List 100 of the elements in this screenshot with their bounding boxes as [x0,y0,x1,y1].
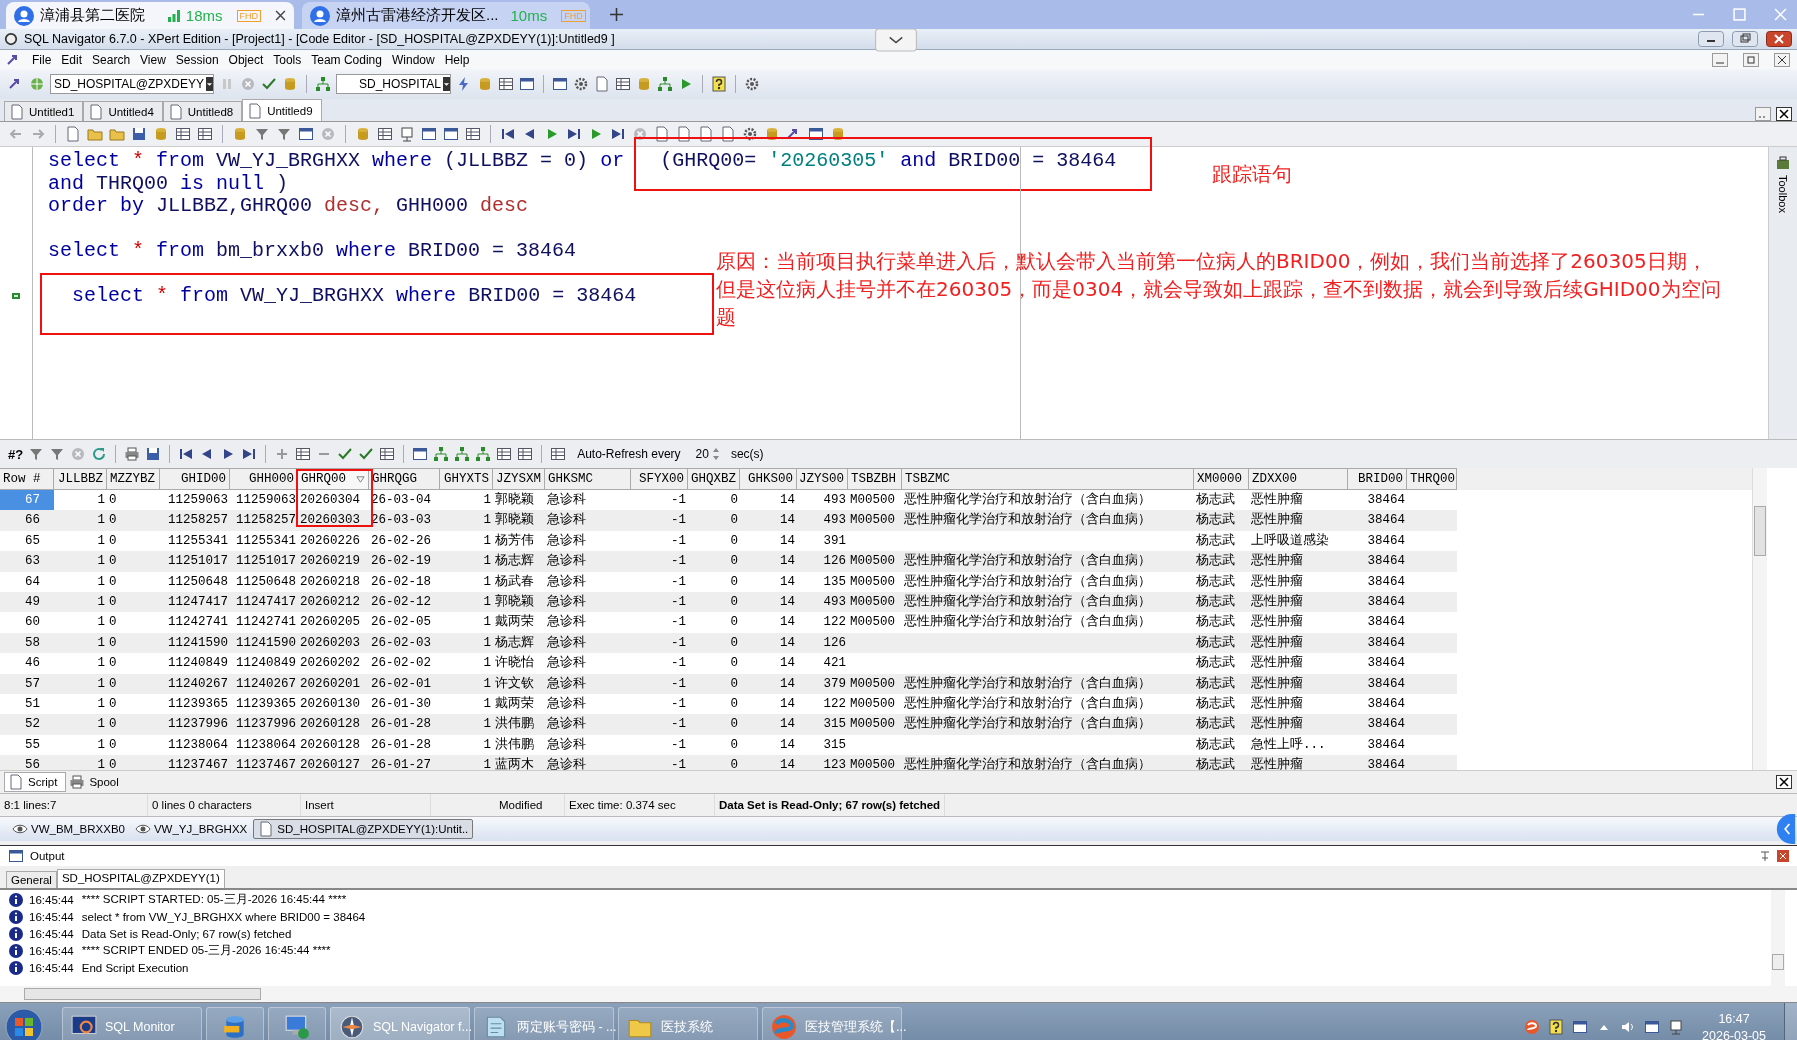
tree-icon[interactable] [475,446,492,462]
folder-icon[interactable] [109,126,125,142]
stop-icon[interactable] [632,126,648,142]
close-icon[interactable] [1765,31,1793,47]
menu-item[interactable]: Tools [273,52,302,67]
toolbox-tab[interactable]: Toolbox [1777,175,1789,213]
result-tab[interactable]: Script [4,772,67,792]
db-icon[interactable] [153,126,169,142]
vertical-scrollbar[interactable] [1771,890,1785,986]
table-row[interactable]: 58 1 0 11241590 11241590 20260203 26-02-03 1 杨志辉 急诊科 -1 0 14 126 杨志武 恶性肿瘤 38464 [0,632,1457,654]
tree-icon[interactable] [656,76,673,92]
db-icon[interactable] [232,126,248,142]
result-tab[interactable]: Spool [66,773,127,791]
table-row[interactable]: 49 1 0 11247417 11247417 20260212 26-02-12 1 郭晓颖 急诊科 -1 0 14 493 M00500 恶性肿瘤化学治疗和放射治疗（含白血病） 杨志武 恶性肿瘤 38464 [0,591,1457,613]
start-button[interactable] [4,1007,44,1040]
output-tab[interactable]: General [6,871,57,888]
table-row[interactable]: 66 1 0 11258257 11258257 20260303 26-03-03 1 郭晓颖 急诊科 -1 0 14 493 M00500 恶性肿瘤化学治疗和放射治疗（含白血病） 杨志武 恶性肿瘤 38464 [0,510,1457,531]
window-icon[interactable] [551,76,568,92]
close-icon[interactable] [1775,775,1793,789]
table-row[interactable]: 52 1 0 11237996 11237996 20260128 26-01-28 1 洪伟鹏 急诊科 -1 0 14 315 M00500 恶性肿瘤化学治疗和放射治疗（含白血病） 杨志武 恶性肿瘤 38464 [0,714,1457,735]
collapse-handle[interactable] [875,29,917,52]
taskbar-button[interactable] [206,1007,264,1040]
window-icon[interactable] [412,446,429,462]
filter-icon[interactable] [49,446,66,462]
browser-tab[interactable]: 漳浦县第二医院 18ms FHD [6,2,294,29]
table-icon[interactable] [517,446,534,462]
schema-dropdown[interactable]: SD_HOSPITAL [336,74,451,94]
column-header[interactable]: TSBZMC [902,468,1194,490]
table-row[interactable]: 56 1 0 11237467 11237467 20260127 26-01-27 1 蓝两木 急诊科 -1 0 14 123 M00500 恶性肿瘤化学治疗和放射治疗（含白血病） 杨志武 恶性肿瘤 38464 [0,755,1457,770]
page-icon[interactable] [654,126,670,142]
editor-tab[interactable]: Untitled8 [162,101,243,121]
folder-icon[interactable] [87,126,103,142]
document-tab[interactable]: VW_BM_BRXXB0 [8,820,129,838]
editor-tab[interactable]: Untitled1 [4,101,84,121]
globe-icon[interactable] [29,76,45,92]
row-number[interactable]: 51 [0,693,54,715]
last-icon[interactable] [566,126,582,142]
window-icon[interactable] [298,126,314,142]
menu-item[interactable]: File [32,52,52,67]
grid-icon[interactable] [550,446,567,462]
taskbar-button[interactable] [268,1007,326,1040]
close-icon[interactable] [275,10,286,21]
page-icon[interactable] [65,126,81,142]
help-icon[interactable] [710,76,727,92]
window-icon[interactable] [421,126,437,142]
document-tab[interactable]: SD_HOSPITAL@ZPXDEYY(1):Untit.. [253,819,474,839]
tree-icon[interactable] [315,76,331,92]
db-icon[interactable] [355,126,371,142]
grid-icon[interactable] [379,446,396,462]
output-tab[interactable]: SD_HOSPITAL@ZPXDEYY(1) [56,869,225,888]
gear-icon[interactable] [742,126,758,142]
row-number[interactable]: 46 [0,653,54,674]
window-icon[interactable] [518,76,535,92]
row-number[interactable]: 65 [0,530,54,552]
menu-item[interactable]: Edit [61,52,83,67]
table-icon[interactable] [497,76,514,92]
last-icon[interactable] [610,126,626,142]
page-icon[interactable] [676,126,692,142]
browser-tab[interactable]: 漳州古雷港经济开发区... 10ms FHD [302,2,590,29]
table-row[interactable]: 57 1 0 11240267 11240267 20260201 26-02-01 1 许文钦 急诊科 -1 0 14 379 M00500 恶性肿瘤化学治疗和放射治疗（含白血病） 杨志武 恶性肿瘤 38464 [0,673,1457,694]
restore-icon[interactable] [1742,52,1760,67]
menu-item[interactable]: Object [228,52,264,67]
side-panel-handle[interactable] [1775,814,1797,844]
vertical-scrollbar[interactable] [1752,468,1767,770]
row-number[interactable]: 52 [0,714,54,735]
grid-icon[interactable] [614,76,631,92]
tree-icon[interactable] [433,446,450,462]
db-icon[interactable] [830,126,846,142]
swirl-icon[interactable] [1524,1019,1541,1035]
connection-dropdown[interactable]: SD_HOSPITAL@ZPXDEYY [50,74,214,94]
menu-item[interactable]: Search [92,52,131,67]
editor-tab[interactable]: Untitled9 [242,99,322,121]
menu-item[interactable]: Help [444,52,470,67]
db-icon[interactable] [282,76,298,92]
window-icon[interactable] [1572,1019,1589,1035]
window-icon[interactable] [443,126,459,142]
row-number[interactable]: 66 [0,510,54,531]
editor-tab[interactable]: Untitled4 [83,101,163,121]
print-icon[interactable] [124,446,141,462]
check-icon[interactable] [261,76,277,92]
grid-icon[interactable] [496,446,513,462]
plug-icon[interactable] [1668,1019,1685,1035]
new-tab-icon[interactable] [610,8,623,21]
row-number[interactable]: 57 [0,673,54,694]
table-row[interactable]: 63 1 0 11251017 11251017 20260219 26-02-19 1 杨志辉 急诊科 -1 0 14 126 M00500 恶性肿瘤化学治疗和放射治疗（含白血病） 杨志武 恶性肿瘤 38464 [0,551,1457,572]
close-icon[interactable] [1773,52,1791,67]
column-header[interactable]: ZDXX00 [1249,468,1348,490]
table-icon[interactable] [295,446,312,462]
help-icon[interactable] [1548,1019,1565,1035]
restore-icon[interactable] [1731,31,1759,47]
filter-icon[interactable] [254,126,270,142]
grid-icon[interactable] [175,126,191,142]
page-icon[interactable] [698,126,714,142]
check-icon[interactable] [358,446,375,462]
row-number[interactable]: 49 [0,591,54,613]
check-icon[interactable] [337,446,354,462]
row-number[interactable]: 60 [0,612,54,633]
row-number[interactable]: 64 [0,571,54,592]
gear-icon[interactable] [743,76,760,92]
minimize-icon[interactable] [1697,31,1725,47]
